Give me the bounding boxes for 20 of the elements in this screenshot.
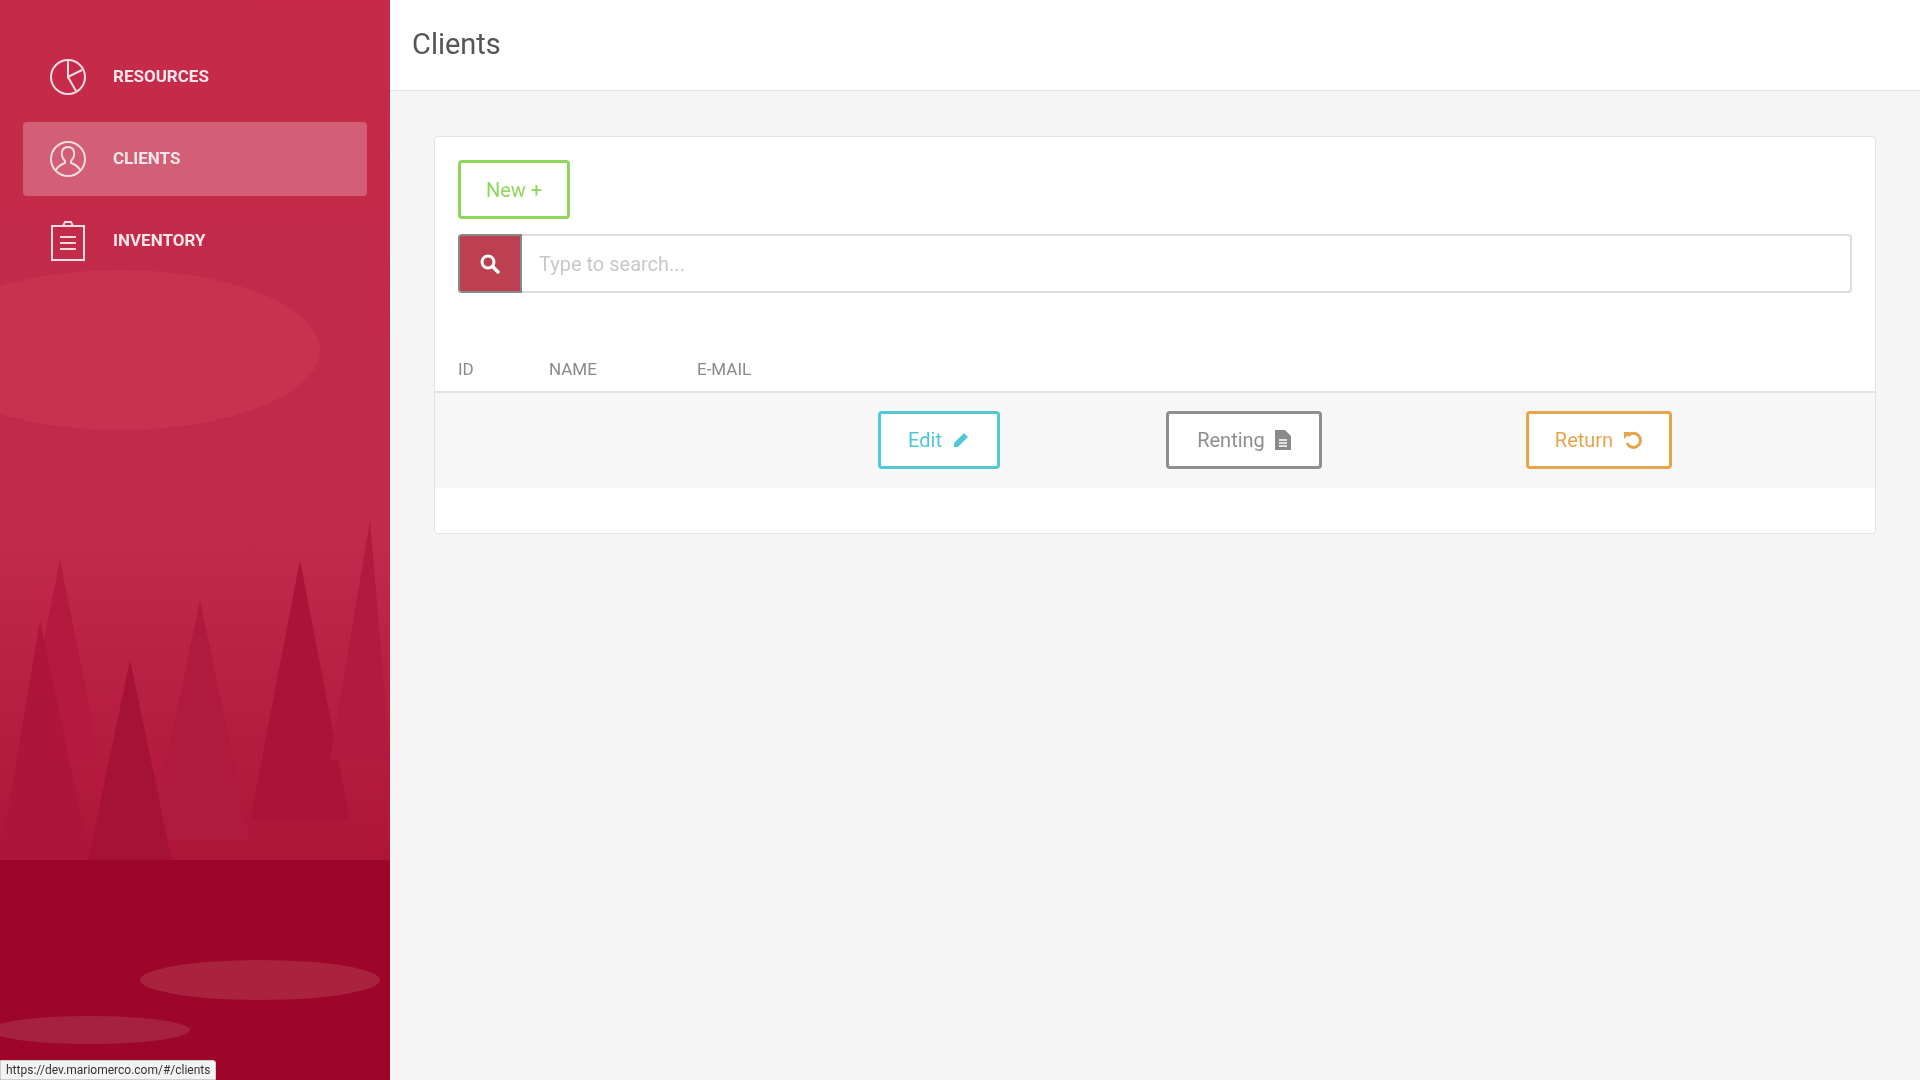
user-icon [49, 140, 87, 178]
column-header: ID [458, 358, 475, 381]
sidebar-item[interactable]: RESOURCES [23, 40, 367, 114]
page-title: Clients [412, 26, 501, 64]
search-icon [480, 253, 500, 274]
document-icon [1274, 430, 1291, 450]
sidebar-item[interactable]: CLIENTS [23, 122, 367, 196]
edit-button[interactable]: Edit [878, 411, 1000, 469]
sidebar-item[interactable]: INVENTORY [23, 204, 367, 278]
clipboard-icon [50, 220, 86, 262]
pie-chart-icon [49, 58, 87, 96]
search-button[interactable] [458, 234, 522, 293]
pencil-icon [951, 431, 970, 449]
renting-button[interactable]: Renting [1166, 411, 1322, 469]
undo-icon [1623, 430, 1644, 450]
status-url: https://dev.mariomerco.com/#/clients [0, 1060, 217, 1080]
column-header: E-MAIL [697, 358, 752, 381]
column-header: NAME [549, 358, 598, 381]
new-button[interactable]: New + [458, 160, 570, 219]
return-button[interactable]: Return [1526, 411, 1672, 469]
